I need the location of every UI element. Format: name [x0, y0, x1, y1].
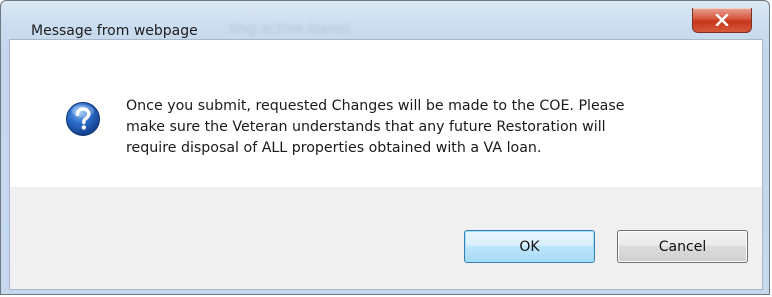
ok-button[interactable]: OK — [464, 230, 595, 263]
message-line: require disposal of ALL properties obtai… — [126, 140, 542, 156]
cancel-button[interactable]: Cancel — [617, 230, 748, 263]
dialog-window: Message from webpage ting active loans) … — [0, 0, 770, 295]
dialog-title: Message from webpage — [31, 23, 198, 39]
title-bar[interactable]: Message from webpage ting active loans) — [1, 1, 769, 39]
background-window-title: ting active loans) — [229, 21, 351, 37]
message-line: Once you submit, requested Changes will … — [126, 98, 625, 114]
message-text: Once you submit, requested Changes will … — [126, 96, 736, 159]
question-icon — [66, 102, 100, 136]
message-area: Once you submit, requested Changes will … — [9, 39, 763, 187]
message-line: make sure the Veteran understands that a… — [126, 119, 606, 135]
close-button[interactable] — [692, 8, 752, 33]
close-icon — [715, 14, 729, 26]
button-bar: OK Cancel — [9, 187, 763, 290]
